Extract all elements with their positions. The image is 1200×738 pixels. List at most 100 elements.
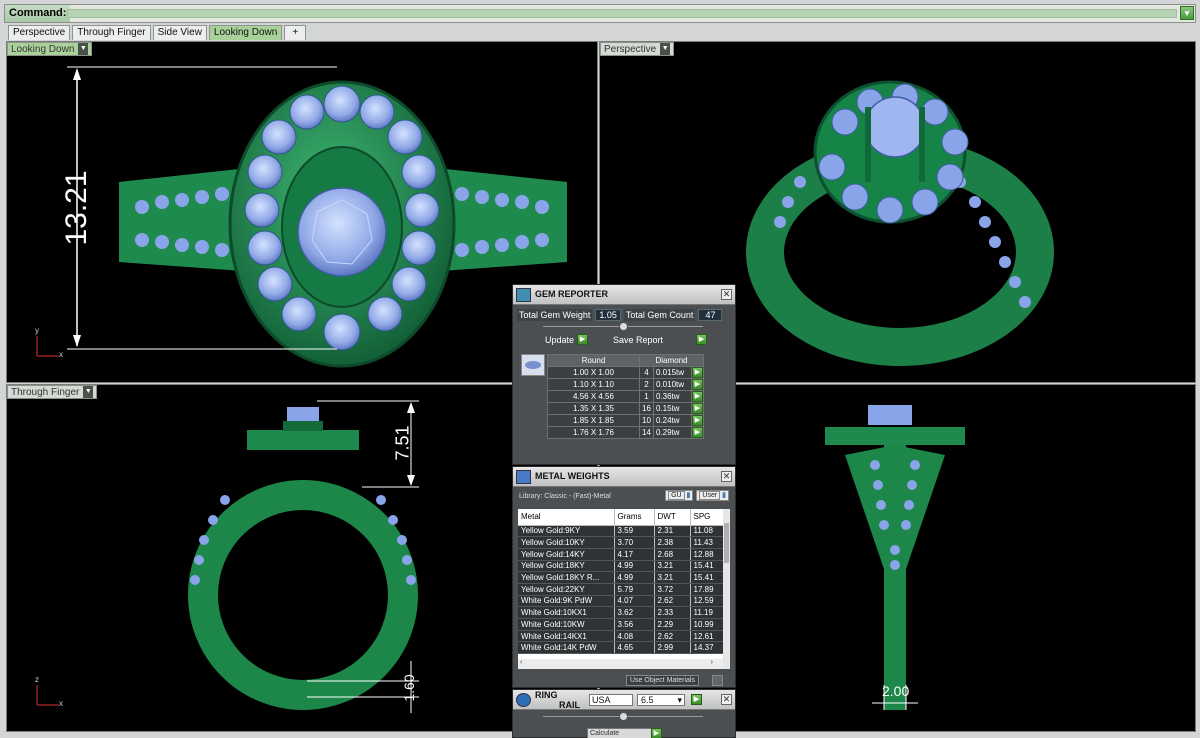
dwt-value: 2.62 [654, 630, 691, 643]
table-row[interactable]: White Gold:9K PdW 4.07 2.62 12.59 [518, 595, 724, 608]
viewport-label-perspective[interactable]: Perspective ▼ [600, 42, 675, 56]
command-label: Command: [5, 5, 71, 22]
vertical-scrollbar[interactable] [723, 509, 730, 669]
user-button[interactable]: User ▮ [696, 490, 729, 501]
grams-value: 5.79 [614, 583, 655, 596]
tab-side-view[interactable]: Side View [152, 25, 207, 40]
metal-name: White Gold:14KX1 [518, 630, 615, 643]
command-input[interactable] [67, 9, 1177, 18]
grams-value: 4.08 [614, 630, 655, 643]
horizontal-scrollbar[interactable]: ‹ › [518, 659, 723, 669]
ring-rail-header[interactable]: RING RAIL USA 6.5 ▾ ▶ ✕ [513, 690, 735, 710]
viewport-menu-icon[interactable]: ▼ [660, 43, 671, 55]
gem-table: Round Diamond 1.00 X 1.00 4 0.015tw ▶ 1.… [547, 354, 704, 439]
command-dropdown-icon[interactable]: ▼ [1180, 6, 1194, 20]
close-icon[interactable]: ✕ [721, 694, 732, 705]
scroll-thumb[interactable] [724, 523, 729, 563]
viewport-label-through-finger[interactable]: Through Finger ▼ [7, 385, 98, 399]
select-cell[interactable]: ▶ [691, 378, 704, 391]
scroll-right-icon[interactable]: › [711, 659, 713, 666]
ring-size-value: 6.5 [641, 695, 654, 705]
viewport-through-finger[interactable]: Through Finger ▼ 7.51 1.60 z x [6, 384, 598, 732]
ring-rail-title-1: RING [535, 690, 558, 700]
spg-column-header[interactable]: SPG [690, 509, 724, 526]
gem-weight: 0.015tw [653, 366, 692, 379]
chevron-down-icon[interactable]: ▾ [677, 695, 682, 705]
viewport-label-looking-down[interactable]: Looking Down ▼ [7, 42, 93, 56]
table-row[interactable]: Yellow Gold:22KY 5.79 3.72 17.89 [518, 583, 724, 596]
table-row[interactable]: White Gold:14K PdW 4.65 2.99 14.37 [518, 641, 724, 655]
play-icon[interactable]: ▶ [692, 415, 703, 426]
use-object-materials-checkbox[interactable] [712, 675, 723, 686]
viewport-menu-icon[interactable]: ▼ [78, 43, 89, 55]
select-cell[interactable]: ▶ [691, 426, 704, 439]
library-label: Library: Classic - (Fast)-Metal [519, 493, 611, 500]
select-cell[interactable]: ▶ [691, 414, 704, 427]
play-icon[interactable]: ▶ [577, 334, 589, 345]
table-row[interactable]: White Gold:14KX1 4.08 2.62 12.61 [518, 630, 724, 643]
dwt-value: 2.38 [654, 536, 691, 549]
dwt-value: 2.29 [654, 618, 691, 631]
spg-value: 15.41 [690, 571, 724, 584]
gu-label: GU [668, 491, 685, 500]
scroll-left-icon[interactable]: ‹ [520, 659, 522, 666]
select-cell[interactable]: ▶ [691, 402, 704, 415]
play-icon[interactable]: ▶ [696, 334, 708, 345]
total-gem-weight-value: 1.05 [595, 309, 621, 321]
gu-button[interactable]: GU ▮ [665, 490, 694, 501]
add-tab-button[interactable]: + [284, 25, 307, 40]
grams-value: 3.56 [614, 618, 655, 631]
gem-reporter-header[interactable]: GEM REPORTER ✕ [513, 285, 735, 305]
close-icon[interactable]: ✕ [721, 471, 732, 482]
grams-column-header[interactable]: Grams [614, 509, 655, 526]
viewport-looking-down[interactable]: Looking Down ▼ 13.21 y x [6, 41, 598, 383]
save-report-button[interactable]: Save Report ▶ [613, 334, 708, 345]
table-row[interactable]: Yellow Gold:18KY R... 4.99 3.21 15.41 [518, 571, 724, 584]
play-icon[interactable]: ▶ [691, 694, 702, 705]
table-row[interactable]: Yellow Gold:18KY 4.99 3.21 15.41 [518, 560, 724, 573]
viewport-menu-icon[interactable]: ▼ [83, 386, 94, 398]
grams-value: 3.62 [614, 606, 655, 619]
table-row[interactable]: White Gold:10KX1 3.62 2.33 11.19 [518, 606, 724, 619]
dwt-value: 3.21 [654, 571, 691, 584]
dwt-column-header[interactable]: DWT [654, 509, 691, 526]
region-select[interactable]: USA [589, 694, 633, 706]
play-icon[interactable]: ▶ [692, 391, 703, 402]
table-row[interactable]: Yellow Gold:9KY 3.59 2.31 11.08 [518, 525, 724, 538]
table-row[interactable]: Yellow Gold:14KY 4.17 2.68 12.88 [518, 548, 724, 561]
metal-name: White Gold:9K PdW [518, 595, 615, 608]
metal-mode-buttons: GU ▮ User ▮ [665, 490, 729, 501]
play-icon[interactable]: ▶ [692, 403, 703, 414]
viewport-tabs: Perspective Through Finger Side View Loo… [8, 25, 308, 40]
play-icon[interactable]: ▶ [692, 379, 703, 390]
metal-list[interactable]: Metal Grams DWT SPG Yellow Gold:9KY 3.59 2… [518, 509, 730, 669]
axis-z-label: z [35, 675, 39, 684]
use-object-materials-button[interactable]: Use Object Materials [626, 675, 699, 686]
metal-weights-header[interactable]: METAL WEIGHTS ✕ [513, 467, 735, 487]
ring-rail-title-2: RAIL [559, 700, 580, 710]
gem-size: 1.35 X 1.35 [547, 402, 640, 415]
close-icon[interactable]: ✕ [721, 289, 732, 300]
metal-column-header[interactable]: Metal [518, 509, 615, 526]
ring-size-select[interactable]: 6.5 ▾ [637, 694, 685, 706]
table-row[interactable]: White Gold:10KW 3.56 2.29 10.99 [518, 618, 724, 631]
gem-weight: 0.36tw [653, 390, 692, 403]
tab-looking-down[interactable]: Looking Down [208, 25, 283, 40]
ring-rail-slider-handle[interactable] [619, 712, 628, 721]
gem-slider-handle[interactable] [619, 322, 628, 331]
command-bar[interactable]: Command: ▼ [4, 4, 1196, 23]
update-button[interactable]: Update ▶ [545, 334, 589, 345]
tab-through-finger[interactable]: Through Finger [72, 25, 151, 40]
calculate-play-icon[interactable]: ▶ [651, 728, 662, 738]
gem-weight: 0.010tw [653, 378, 692, 391]
play-icon[interactable]: ▶ [692, 427, 703, 438]
tab-perspective[interactable]: Perspective [8, 25, 71, 40]
select-cell[interactable]: ▶ [691, 366, 704, 379]
ring-top-view [119, 80, 567, 368]
play-icon[interactable]: ▶ [692, 367, 703, 378]
select-cell[interactable]: ▶ [691, 390, 704, 403]
calculate-field[interactable]: Calculate [587, 728, 653, 738]
table-row[interactable]: Yellow Gold:10KY 3.70 2.38 11.43 [518, 536, 724, 549]
spg-value: 14.37 [690, 641, 724, 655]
dwt-value: 3.21 [654, 560, 691, 573]
